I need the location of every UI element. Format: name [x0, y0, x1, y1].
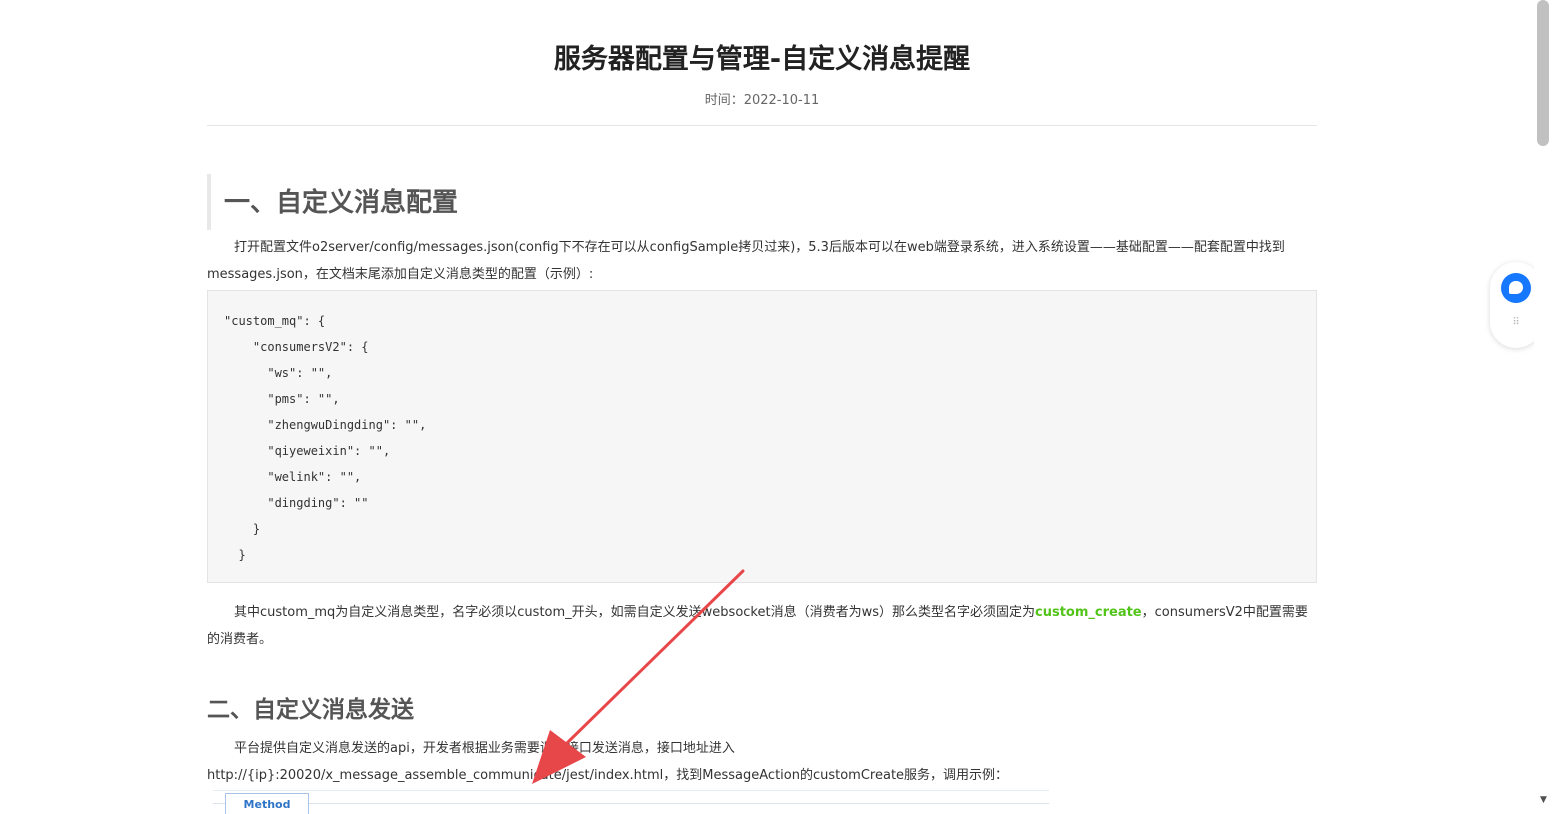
- scroll-down-arrow-icon[interactable]: ▼: [1534, 793, 1553, 807]
- code-line: "consumersV2": {: [224, 340, 369, 354]
- method-tab: Method: [225, 793, 309, 814]
- section1-note: 其中custom_mq为自定义消息类型，名字必须以custom_开头，如需自定义…: [207, 599, 1317, 653]
- publish-date: 时间：2022-10-11: [207, 91, 1317, 111]
- code-line: "qiyeweixin": "",: [224, 444, 391, 458]
- note-text-before: 其中custom_mq为自定义消息类型，名字必须以custom_开头，如需自定义…: [234, 605, 1035, 620]
- code-line: "zhengwuDingding": "",: [224, 418, 427, 432]
- section2-paragraph: 平台提供自定义消息发送的api，开发者根据业务需要调用接口发送消息，接口地址进入: [234, 741, 735, 756]
- date-value: 2022-10-11: [743, 93, 820, 108]
- scroll-thumb[interactable]: [1537, 0, 1549, 146]
- vertical-scrollbar[interactable]: ▼: [1534, 0, 1553, 813]
- code-line: "ws": "",: [224, 366, 333, 380]
- chat-bubble-icon[interactable]: [1501, 273, 1531, 303]
- page-title: 服务器配置与管理-自定义消息提醒: [553, 44, 971, 75]
- highlight-keyword: custom_create: [1035, 605, 1142, 620]
- title-divider: [207, 125, 1317, 126]
- date-label: 时间：: [704, 93, 744, 108]
- code-line: "custom_mq": {: [224, 314, 326, 328]
- section1-paragraph: 打开配置文件o2server/config/messages.json(conf…: [207, 240, 1285, 282]
- arrow-shaft: [564, 569, 745, 746]
- code-line: "welink": "",: [224, 470, 362, 484]
- code-block: "custom_mq": { "consumersV2": { "ws": ""…: [207, 290, 1317, 583]
- code-line: "pms": "",: [224, 392, 340, 406]
- section2-heading: 二、自定义消息发送: [207, 697, 414, 723]
- section1-heading: 一、自定义消息配置: [207, 174, 1307, 230]
- code-line: "dingding": "": [224, 496, 369, 510]
- drag-handle-icon[interactable]: ⠿: [1511, 318, 1521, 328]
- screenshot-image: Method: [213, 790, 1049, 814]
- code-line: }: [224, 548, 246, 562]
- section2-url-paragraph: http://{ip}:20020/x_message_assemble_com…: [207, 768, 1009, 783]
- image-divider: [213, 803, 1049, 804]
- code-line: }: [224, 522, 261, 536]
